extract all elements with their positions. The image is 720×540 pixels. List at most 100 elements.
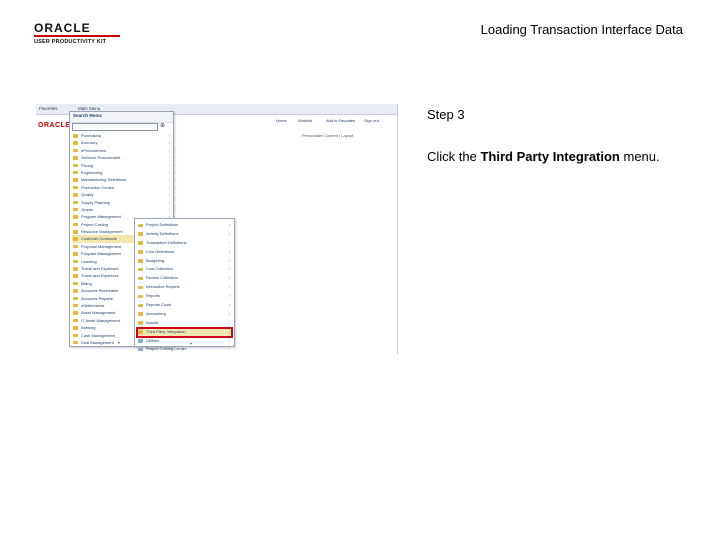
folder-icon [138, 303, 143, 308]
search-icon[interactable]: ⊕ [160, 122, 167, 129]
folder-icon [73, 267, 78, 271]
search-menu-input[interactable] [72, 123, 158, 131]
menu-item[interactable]: Supply Planning › [72, 199, 172, 206]
menu-item-label: eProcurement [81, 147, 107, 153]
folder-icon [138, 347, 143, 352]
folder-icon [73, 222, 78, 227]
chevron-right-icon: › [168, 177, 170, 183]
folder-icon [73, 259, 78, 264]
menu-item-label: Pricing [81, 162, 94, 168]
folder-icon [73, 244, 78, 249]
folder-icon [138, 259, 143, 263]
search-menu-label: Search Menu: [70, 112, 173, 123]
menu-item-label: Travel and Expenses [81, 266, 119, 272]
menu-item-label: Accounts Receivable [81, 288, 119, 294]
menu-item-label: Interactive Reports [146, 284, 180, 290]
menu-item[interactable]: Utilities › [137, 337, 232, 346]
menu-item[interactable]: Reports Costs › [137, 301, 232, 310]
sign-out-link[interactable]: Sign out [364, 118, 379, 123]
folder-icon [138, 321, 143, 325]
menu-item[interactable]: Engineering › [72, 169, 172, 176]
menu-item[interactable]: Accounting › [137, 310, 232, 319]
folder-icon [73, 311, 78, 315]
menu-item[interactable]: Budgeting › [137, 257, 232, 266]
menu-item-label: Assets [146, 319, 159, 325]
chevron-right-icon: › [228, 230, 230, 236]
menu-item[interactable]: Inventory › [72, 139, 172, 146]
chevron-right-icon: › [168, 206, 170, 212]
chevron-right-icon: › [228, 310, 230, 316]
home-link[interactable]: Home [276, 118, 287, 123]
chevron-right-icon: › [228, 257, 230, 263]
menu-item-label: Banking [81, 325, 96, 331]
worklist-link[interactable]: Worklist [298, 118, 312, 123]
favorites-menu[interactable]: Favorites [39, 106, 58, 111]
menu-item-label: Budgeting [146, 257, 165, 263]
menu-item-third-party-integration[interactable]: Third Party Integration › [136, 326, 233, 338]
menu-item-label: Engineering [81, 169, 103, 175]
menu-item[interactable]: Grants › [72, 206, 172, 213]
chevron-right-icon: › [228, 239, 230, 245]
folder-icon [138, 294, 143, 299]
folder-icon [73, 170, 78, 175]
menu-item[interactable]: Pricing › [72, 162, 172, 169]
folder-icon [138, 223, 143, 227]
menu-item[interactable]: Reports › [137, 292, 232, 301]
folder-icon [73, 318, 78, 323]
chevron-right-icon: › [228, 346, 230, 352]
menu-item[interactable]: Review Collection › [137, 274, 232, 283]
scroll-down-icon[interactable]: ▾ [118, 340, 120, 345]
menu-item[interactable]: Cost Definitions › [137, 248, 232, 257]
folder-icon [73, 185, 78, 190]
chevron-right-icon: › [228, 319, 230, 325]
menu-item[interactable]: eProcurement › [72, 147, 172, 154]
folder-icon [73, 134, 78, 138]
menu-item-label: Project Definitions [146, 222, 179, 227]
folder-icon [73, 296, 78, 301]
folder-icon [138, 312, 143, 316]
chevron-right-icon: › [168, 140, 170, 146]
menu-item[interactable]: Project Definitions › [137, 221, 232, 230]
menu-item[interactable]: Transaction Definitions › [137, 239, 232, 248]
folder-icon [73, 340, 78, 345]
scroll-down-icon[interactable]: ▾ [190, 341, 192, 346]
slide-title: Loading Transaction Interface Data [480, 22, 683, 37]
menu-item-label: Learning [81, 258, 97, 264]
folder-icon [73, 289, 78, 293]
instruction-prefix: Click the [427, 149, 481, 164]
menu-item[interactable]: Project Costing Center › [137, 345, 232, 354]
step-instruction: Click the Third Party Integration menu. [427, 149, 660, 164]
menu-item[interactable]: Cost Collection › [137, 265, 232, 274]
menu-item-label: Cost Collection [146, 266, 173, 272]
menu-item[interactable]: Interactive Reports › [137, 283, 232, 292]
chevron-right-icon: › [228, 248, 230, 254]
application-screenshot: Favorites Main Menu ORACLE Home Worklist… [36, 104, 398, 354]
menu-item-label: Manufacturing Definitions [81, 177, 127, 183]
folder-icon [73, 237, 78, 241]
folder-icon [73, 193, 78, 197]
menu-item-label: Cost Definitions [146, 248, 175, 254]
folder-icon [138, 330, 143, 334]
menu-item-label: Deal Management [81, 339, 114, 345]
folder-icon [73, 303, 78, 308]
menu-item-label: Supply Planning [81, 199, 110, 205]
folder-icon [138, 339, 143, 343]
menu-item[interactable]: Manufacturing Definitions › [72, 176, 172, 183]
menu-item[interactable]: Purchasing › [72, 132, 172, 139]
menu-item[interactable]: Quality › [72, 191, 172, 198]
chevron-right-icon: › [228, 275, 230, 281]
menu-item-label: Purchasing [81, 133, 102, 138]
personalize-link[interactable]: Personalize Content | Layout [302, 133, 353, 138]
menu-item-label: Billing [81, 280, 92, 286]
menu-item-label: Customer Contracts [81, 236, 117, 242]
menu-item[interactable]: Production Control › [72, 184, 172, 191]
menu-item[interactable]: Assets › [137, 319, 232, 328]
add-favorites-link[interactable]: Add to Favorites [326, 118, 355, 123]
folder-icon [73, 148, 78, 153]
chevron-right-icon: › [168, 169, 170, 175]
chevron-right-icon: › [168, 147, 170, 153]
menu-item[interactable]: Activity Definitions › [137, 230, 232, 239]
menu-item-label: Proposal Management [81, 243, 122, 249]
menu-item[interactable]: Services Procurement › [72, 154, 172, 161]
menu-item-label: Project Costing Center [146, 346, 187, 352]
